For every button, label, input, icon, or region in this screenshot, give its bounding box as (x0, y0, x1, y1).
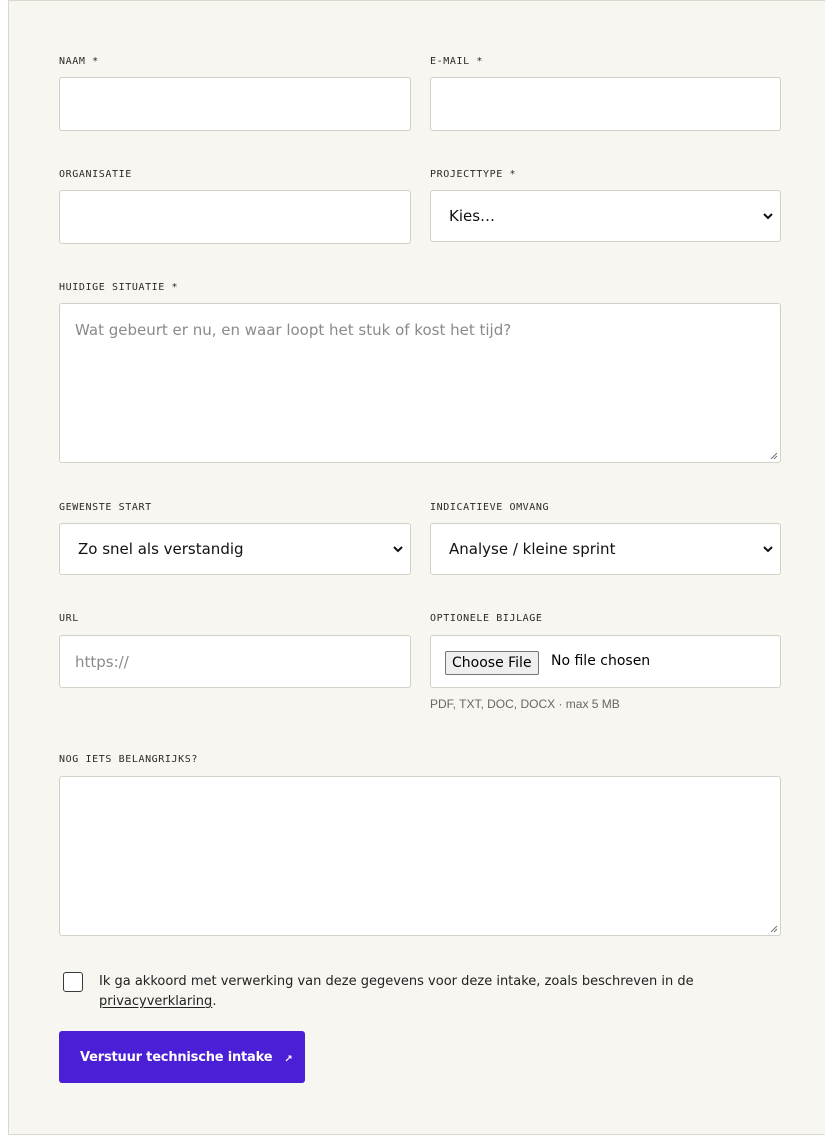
url-input[interactable]: https:// (59, 635, 411, 688)
scope-value: Analyse / kleine sprint (449, 540, 616, 558)
consent-end: . (212, 994, 217, 1009)
submit-label: Verstuur technische intake (80, 1049, 273, 1065)
privacy-link[interactable]: privacyverklaring (99, 994, 212, 1009)
file-status: No file chosen (551, 653, 651, 669)
resize-grip-icon[interactable] (769, 924, 778, 933)
consent-body: Ik ga akkoord met verwerking van deze ge… (99, 974, 694, 989)
name-label: NAAM * (59, 56, 99, 67)
url-label: URL (59, 613, 79, 624)
attachment-field: Choose File No file chosen (430, 635, 781, 688)
email-label: E-MAIL * (430, 56, 483, 67)
start-value: Zo snel als verstandig (78, 540, 244, 558)
name-input[interactable] (59, 77, 411, 131)
projecttype-value: Kies… (449, 207, 496, 225)
start-select[interactable]: Zo snel als verstandig (59, 523, 411, 575)
consent-text: Ik ga akkoord met verwerking van deze ge… (99, 972, 779, 1012)
chevron-down-icon (393, 546, 403, 553)
situation-placeholder: Wat gebeurt er nu, en waar loopt het stu… (75, 321, 512, 339)
attachment-label: OPTIONELE BIJLAGE (430, 613, 543, 624)
resize-grip-icon[interactable] (769, 451, 778, 460)
situation-label: HUIDIGE SITUATIE * (59, 282, 179, 293)
organisation-label: ORGANISATIE (59, 169, 132, 180)
notes-label: NOG IETS BELANGRIJKS? (59, 754, 199, 765)
projecttype-select[interactable]: Kies… (430, 190, 781, 242)
email-input[interactable] (430, 77, 781, 131)
submit-button[interactable]: Verstuur technische intake ↗ (59, 1031, 305, 1083)
situation-textarea[interactable]: Wat gebeurt er nu, en waar loopt het stu… (59, 303, 781, 463)
notes-textarea[interactable] (59, 776, 781, 936)
start-label: GEWENSTE START (59, 502, 152, 513)
arrow-up-right-icon: ↗ (284, 1053, 293, 1065)
scope-select[interactable]: Analyse / kleine sprint (430, 523, 781, 575)
chevron-down-icon (763, 546, 773, 553)
attachment-hint: PDF, TXT, DOC, DOCX · max 5 MB (430, 697, 620, 711)
chevron-down-icon (763, 213, 773, 220)
scope-label: INDICATIEVE OMVANG (430, 502, 550, 513)
consent-checkbox[interactable] (63, 972, 83, 992)
projecttype-label: PROJECTTYPE * (430, 169, 517, 180)
choose-file-button[interactable]: Choose File (445, 651, 539, 675)
url-placeholder: https:// (75, 653, 129, 671)
organisation-input[interactable] (59, 190, 411, 244)
